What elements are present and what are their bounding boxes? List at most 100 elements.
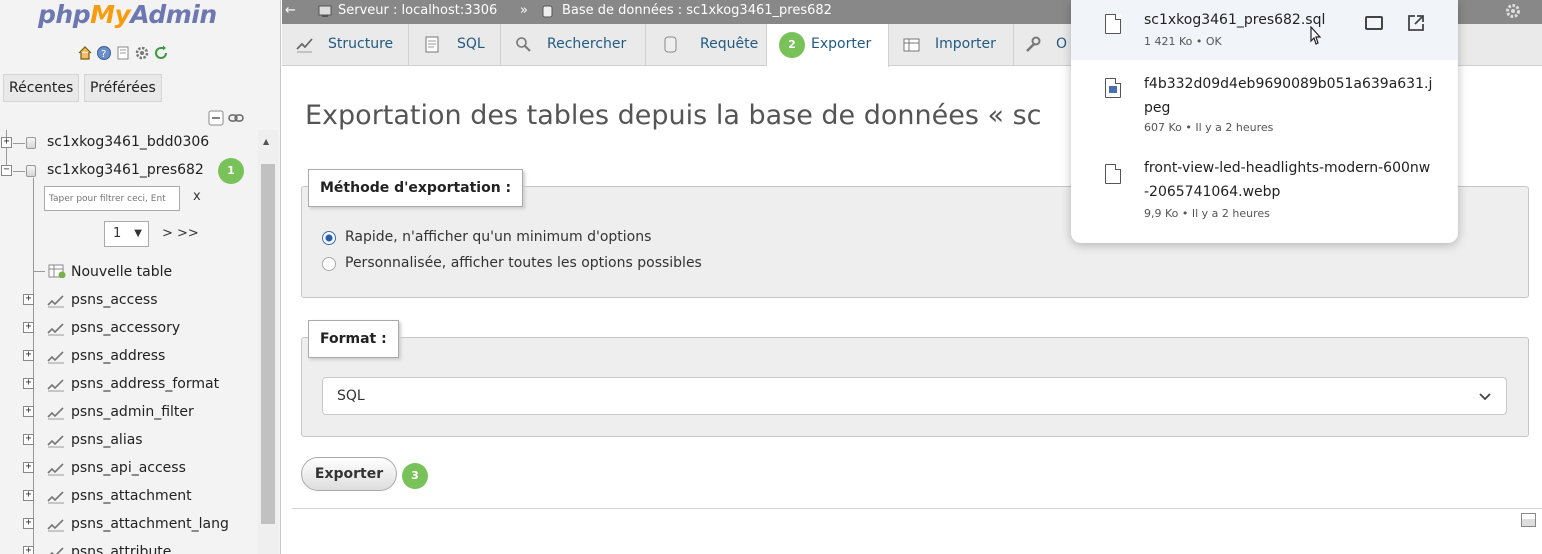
expand-icon[interactable]: + xyxy=(23,490,34,501)
help-icon[interactable]: ? xyxy=(96,45,112,61)
favorite-tables-button[interactable]: Préférées xyxy=(84,74,162,102)
tree-line xyxy=(13,171,25,172)
chevron-down-icon: ▼ xyxy=(134,228,142,239)
reload-icon[interactable] xyxy=(153,45,169,61)
table-icon xyxy=(47,379,64,392)
radio-button[interactable] xyxy=(322,257,336,271)
table-name[interactable]: psns_attachment_lang xyxy=(71,516,229,532)
import-icon xyxy=(903,38,920,52)
step-badge: 3 xyxy=(402,463,428,489)
file-icon xyxy=(1105,14,1121,34)
sidebar-scrollbar[interactable]: ▲ xyxy=(258,130,278,554)
download-item[interactable]: f4b332d09d4eb9690089b051a639a631.jpeg 60… xyxy=(1071,64,1458,144)
breadcrumb-server[interactable]: Serveur : localhost:3306 xyxy=(338,0,497,22)
table-name[interactable]: psns_address xyxy=(71,348,165,364)
page-select[interactable]: 1 ▼ xyxy=(104,221,149,247)
collapse-all-icon[interactable] xyxy=(208,110,224,126)
table-name[interactable]: psns_access xyxy=(71,292,158,308)
step-badge: 2 xyxy=(779,32,805,58)
table-name[interactable]: psns_address_format xyxy=(71,376,219,392)
image-file-icon xyxy=(1105,78,1121,98)
recent-tables-button[interactable]: Récentes xyxy=(3,74,80,102)
download-item[interactable]: front-view-led-headlights-modern-600nw-2… xyxy=(1071,148,1458,228)
breadcrumb-database[interactable]: Base de données : sc1xkog3461_pres682 xyxy=(562,0,832,22)
expand-icon[interactable]: + xyxy=(23,518,34,529)
table-name[interactable]: psns_api_access xyxy=(71,460,186,476)
scroll-thumb[interactable] xyxy=(261,164,275,524)
breadcrumb-separator: » xyxy=(520,3,528,18)
phpmyadmin-logo[interactable]: phpMyAdmin xyxy=(38,0,217,29)
server-icon xyxy=(318,5,332,17)
tab-sql[interactable]: SQL xyxy=(409,24,501,66)
table-icon xyxy=(47,323,64,336)
new-table-icon xyxy=(48,264,66,278)
collapse-icon[interactable]: − xyxy=(1,165,12,176)
tree-line xyxy=(33,271,45,272)
svg-text:?: ? xyxy=(101,49,106,60)
expand-icon[interactable]: + xyxy=(23,546,34,554)
download-file-meta: 607 Ko • Il y a 2 heures xyxy=(1144,121,1274,134)
table-name[interactable]: psns_attachment xyxy=(71,488,192,504)
expand-icon[interactable]: + xyxy=(23,462,34,473)
tab-requete[interactable]: Requête xyxy=(646,24,767,66)
export-button[interactable]: Exporter xyxy=(301,457,397,491)
step-badge: 1 xyxy=(218,158,244,184)
table-icon xyxy=(47,519,64,532)
download-file-name[interactable]: f4b332d09d4eb9690089b051a639a631.jpeg xyxy=(1144,72,1434,120)
table-icon xyxy=(47,351,64,364)
download-item[interactable]: sc1xkog3461_pres682.sql 1 421 Ko • OK xyxy=(1071,0,1458,60)
back-arrow-icon[interactable]: ← xyxy=(285,0,296,22)
console-icon[interactable] xyxy=(1521,513,1536,527)
database-item-selected[interactable]: sc1xkog3461_pres682 xyxy=(47,162,204,178)
table-name[interactable]: psns_admin_filter xyxy=(71,404,194,420)
tab-exporter[interactable]: 2 Exporter xyxy=(767,24,889,67)
page-title: Exportation des tables depuis la base de… xyxy=(305,100,1042,131)
expand-icon[interactable]: + xyxy=(23,406,34,417)
expand-icon[interactable]: + xyxy=(1,137,12,148)
next-page-link[interactable]: > >> xyxy=(162,226,199,241)
format-legend: Format : xyxy=(308,320,399,358)
link-icon[interactable] xyxy=(228,110,244,126)
open-external-icon[interactable] xyxy=(1407,14,1425,32)
radio-button-checked[interactable] xyxy=(322,231,336,245)
expand-icon[interactable]: + xyxy=(23,434,34,445)
scroll-up-icon[interactable]: ▲ xyxy=(263,137,269,146)
expand-icon[interactable]: + xyxy=(23,322,34,333)
table-icon xyxy=(47,435,64,448)
table-icon xyxy=(49,547,64,554)
table-filter-input[interactable] xyxy=(44,186,180,211)
chevron-down-icon xyxy=(1479,393,1491,401)
search-icon xyxy=(516,37,531,52)
tab-rechercher[interactable]: Rechercher xyxy=(501,24,646,66)
tree-line xyxy=(13,143,25,144)
folder-icon[interactable] xyxy=(1365,16,1383,30)
gear-icon[interactable] xyxy=(134,45,150,61)
docs-icon[interactable] xyxy=(115,45,131,61)
divider xyxy=(292,508,1542,509)
clear-filter-button[interactable]: x xyxy=(193,189,201,204)
database-icon xyxy=(542,5,553,18)
database-icon xyxy=(26,165,36,177)
table-icon xyxy=(47,295,64,308)
database-item[interactable]: sc1xkog3461_bdd0306 xyxy=(47,134,209,150)
downloads-panel: sc1xkog3461_pres682.sql 1 421 Ko • OK f4… xyxy=(1071,0,1458,243)
tab-importer[interactable]: Importer xyxy=(889,24,1014,66)
expand-icon[interactable]: + xyxy=(23,294,34,305)
wrench-icon xyxy=(1026,36,1041,52)
settings-gear-icon[interactable] xyxy=(1504,2,1522,20)
expand-icon[interactable]: + xyxy=(23,378,34,389)
table-name[interactable]: psns_attribute xyxy=(71,544,171,554)
download-file-name[interactable]: sc1xkog3461_pres682.sql xyxy=(1144,8,1434,32)
radio-label: Rapide, n'afficher qu'un minimum d'optio… xyxy=(345,229,652,245)
table-name[interactable]: psns_alias xyxy=(71,432,143,448)
new-table-link[interactable]: Nouvelle table xyxy=(71,264,172,280)
table-name[interactable]: psns_accessory xyxy=(71,320,180,336)
format-select[interactable]: SQL xyxy=(322,377,1507,415)
table-icon xyxy=(47,491,64,504)
download-file-name[interactable]: front-view-led-headlights-modern-600nw-2… xyxy=(1144,156,1434,204)
tab-structure[interactable]: Structure xyxy=(282,24,409,66)
page-select-value: 1 xyxy=(113,226,122,241)
expand-icon[interactable]: + xyxy=(23,350,34,361)
table-icon xyxy=(47,463,64,476)
home-icon[interactable] xyxy=(77,45,93,61)
